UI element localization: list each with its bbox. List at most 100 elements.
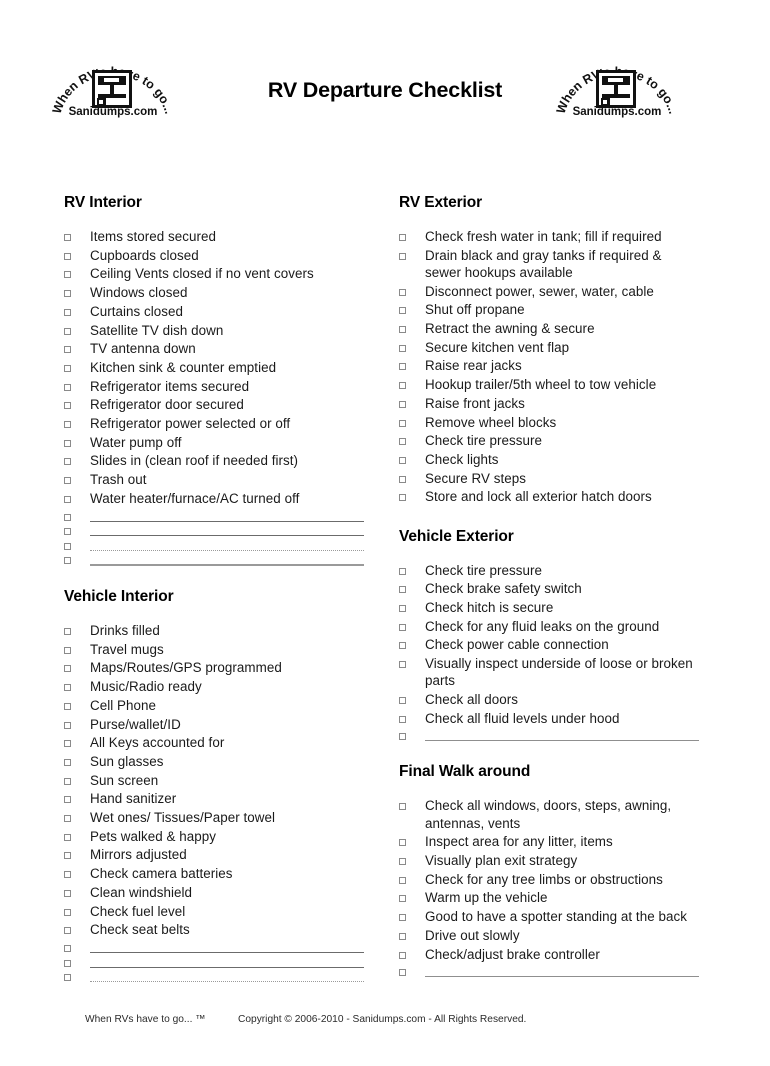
checkbox-icon[interactable]	[399, 733, 406, 741]
write-in-line[interactable]	[425, 976, 699, 978]
checkbox-icon[interactable]	[64, 646, 71, 654]
checkbox-icon[interactable]	[399, 839, 406, 847]
checklist-item[interactable]: Water heater/furnace/AC turned off	[64, 490, 364, 507]
checklist-item[interactable]: Check all windows, doors, steps, awning,…	[399, 797, 699, 831]
checkbox-icon[interactable]	[399, 344, 406, 352]
checkbox-icon[interactable]	[64, 815, 71, 823]
checklist-write-in-row[interactable]	[64, 940, 364, 953]
checklist-item[interactable]: Inspect area for any litter, items	[399, 833, 699, 850]
write-in-line[interactable]	[90, 981, 364, 982]
checklist-item[interactable]: Slides in (clean roof if needed first)	[64, 452, 364, 469]
checklist-item[interactable]: Store and lock all exterior hatch doors	[399, 488, 699, 505]
checkbox-icon[interactable]	[64, 495, 71, 503]
checklist-item[interactable]: Maps/Routes/GPS programmed	[64, 659, 364, 676]
checkbox-icon[interactable]	[64, 945, 71, 952]
checklist-item[interactable]: Warm up the vehicle	[399, 889, 699, 906]
checkbox-icon[interactable]	[64, 628, 71, 636]
checkbox-icon[interactable]	[64, 402, 71, 410]
checklist-item[interactable]: Sun screen	[64, 772, 364, 789]
checklist-item[interactable]: Check camera batteries	[64, 865, 364, 882]
checkbox-icon[interactable]	[64, 889, 71, 897]
checkbox-icon[interactable]	[64, 758, 71, 766]
checklist-item[interactable]: Cell Phone	[64, 697, 364, 714]
checkbox-icon[interactable]	[399, 363, 406, 371]
checklist-item[interactable]: Music/Radio ready	[64, 678, 364, 695]
checklist-write-in-row[interactable]	[64, 552, 364, 567]
write-in-line[interactable]	[90, 549, 364, 551]
checklist-item[interactable]: Shut off propane	[399, 301, 699, 318]
write-in-line[interactable]	[90, 520, 364, 522]
checklist-item[interactable]: Ceiling Vents closed if no vent covers	[64, 265, 364, 282]
write-in-line[interactable]	[90, 952, 364, 953]
checklist-item[interactable]: Purse/wallet/ID	[64, 716, 364, 733]
checkbox-icon[interactable]	[399, 969, 406, 977]
checkbox-icon[interactable]	[399, 876, 406, 884]
checkbox-icon[interactable]	[399, 604, 406, 612]
checklist-item[interactable]: Secure RV steps	[399, 470, 699, 487]
checkbox-icon[interactable]	[64, 777, 71, 785]
checklist-item[interactable]: Check for any tree limbs or obstructions	[399, 871, 699, 888]
checkbox-icon[interactable]	[64, 684, 71, 692]
checkbox-icon[interactable]	[399, 623, 406, 631]
write-in-line[interactable]	[90, 564, 364, 567]
checkbox-icon[interactable]	[399, 494, 406, 502]
checklist-item[interactable]: Check hitch is secure	[399, 599, 699, 616]
checkbox-icon[interactable]	[64, 290, 71, 298]
checklist-item[interactable]: Cupboards closed	[64, 247, 364, 264]
checklist-item[interactable]: Disconnect power, sewer, water, cable	[399, 283, 699, 300]
checkbox-icon[interactable]	[64, 346, 71, 354]
checklist-write-in-row[interactable]	[64, 955, 364, 968]
checkbox-icon[interactable]	[399, 419, 406, 427]
checklist-item[interactable]: Hand sanitizer	[64, 790, 364, 807]
checklist-item[interactable]: Water pump off	[64, 434, 364, 451]
checklist-item[interactable]: Windows closed	[64, 284, 364, 301]
checkbox-icon[interactable]	[399, 438, 406, 446]
checklist-item[interactable]: Items stored secured	[64, 228, 364, 245]
checkbox-icon[interactable]	[399, 642, 406, 650]
checklist-item[interactable]: Visually inspect underside of loose or b…	[399, 655, 699, 689]
checklist-item[interactable]: TV antenna down	[64, 340, 364, 357]
checklist-item[interactable]: Drinks filled	[64, 622, 364, 639]
checkbox-icon[interactable]	[64, 308, 71, 316]
checklist-write-in-row[interactable]	[399, 964, 699, 978]
checklist-write-in-row[interactable]	[64, 523, 364, 537]
checkbox-icon[interactable]	[64, 234, 71, 241]
checklist-item[interactable]: Check seat belts	[64, 921, 364, 938]
checklist-write-in-row[interactable]	[399, 728, 699, 742]
checklist-item[interactable]: Wet ones/ Tissues/Paper towel	[64, 809, 364, 826]
checkbox-icon[interactable]	[64, 513, 71, 521]
checklist-item[interactable]: Drain black and gray tanks if required &…	[399, 247, 699, 281]
checkbox-icon[interactable]	[64, 252, 71, 260]
checkbox-icon[interactable]	[64, 557, 71, 565]
checklist-item[interactable]: Check for any fluid leaks on the ground	[399, 618, 699, 635]
checkbox-icon[interactable]	[64, 458, 71, 466]
checklist-item[interactable]: Check brake safety switch	[399, 580, 699, 597]
checkbox-icon[interactable]	[399, 252, 406, 260]
checkbox-icon[interactable]	[399, 382, 406, 390]
checkbox-icon[interactable]	[64, 974, 71, 981]
checkbox-icon[interactable]	[399, 914, 406, 922]
checkbox-icon[interactable]	[399, 951, 406, 959]
checkbox-icon[interactable]	[399, 661, 406, 669]
checkbox-icon[interactable]	[64, 959, 71, 967]
checkbox-icon[interactable]	[399, 307, 406, 315]
checklist-item[interactable]: Check fresh water in tank; fill if requi…	[399, 228, 699, 245]
checklist-item[interactable]: Check tire pressure	[399, 432, 699, 449]
checkbox-icon[interactable]	[399, 567, 406, 575]
checkbox-icon[interactable]	[399, 715, 406, 723]
checkbox-icon[interactable]	[399, 803, 406, 811]
checkbox-icon[interactable]	[64, 528, 71, 536]
checkbox-icon[interactable]	[399, 234, 406, 241]
checklist-item[interactable]: Check/adjust brake controller	[399, 946, 699, 963]
checklist-item[interactable]: Refrigerator door secured	[64, 396, 364, 413]
checklist-write-in-row[interactable]	[64, 538, 364, 551]
checkbox-icon[interactable]	[64, 364, 71, 372]
checklist-item[interactable]: Satellite TV dish down	[64, 322, 364, 339]
checkbox-icon[interactable]	[64, 833, 71, 841]
checklist-item[interactable]: Good to have a spotter standing at the b…	[399, 908, 699, 925]
checkbox-icon[interactable]	[399, 475, 406, 483]
checklist-item[interactable]: Check tire pressure	[399, 562, 699, 579]
checkbox-icon[interactable]	[64, 327, 71, 335]
checkbox-icon[interactable]	[64, 665, 71, 673]
checkbox-icon[interactable]	[64, 421, 71, 429]
